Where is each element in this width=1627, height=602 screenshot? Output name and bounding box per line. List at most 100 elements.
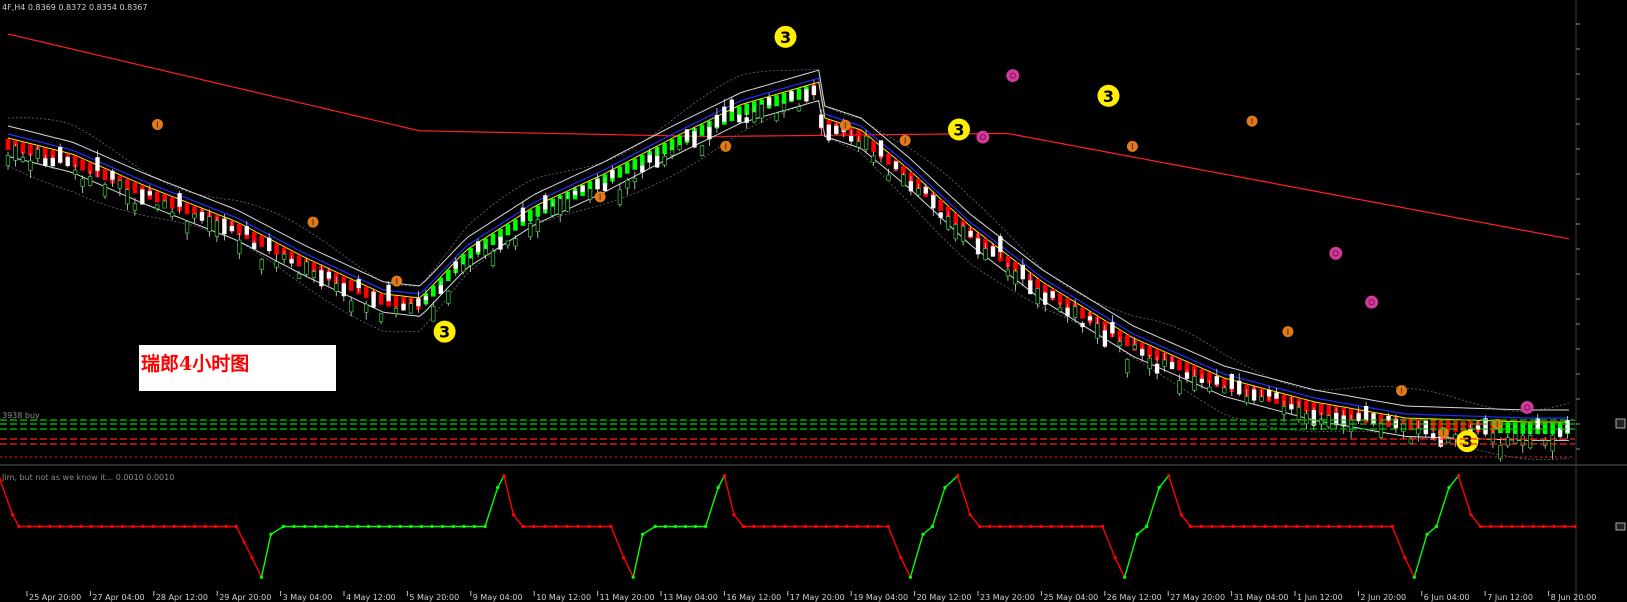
oscillator-point — [141, 524, 145, 529]
candle-body — [602, 183, 608, 191]
candle-body — [192, 213, 197, 219]
ribbon-block — [505, 224, 511, 236]
candle-body — [1528, 434, 1533, 449]
x-tick-label: 13 May 04:00 — [663, 593, 718, 602]
indicator-label: Jim, but not as we know it... 0.0010 0.0… — [1, 473, 174, 482]
candle-body — [520, 207, 526, 222]
ribbon-block — [699, 124, 705, 136]
oscillator-point — [1080, 524, 1084, 529]
ribbon-block — [184, 203, 190, 215]
candle-body — [446, 290, 451, 304]
candle-body — [878, 140, 884, 157]
oscillator-point — [388, 524, 392, 529]
candle-body — [1050, 291, 1055, 298]
candle-body — [610, 169, 615, 178]
candle-body — [505, 240, 511, 246]
ribbon-block — [535, 205, 541, 217]
oscillator-point — [58, 524, 62, 529]
chart-window: 3 3 3 3 3 25 Apr 20:00 27 Apr 04:00 28 Apr 12:… — [0, 0, 1627, 602]
candle-body — [1356, 413, 1361, 421]
oscillator-point — [1403, 556, 1407, 560]
x-tick-label: 8 Jun 20:00 — [1551, 593, 1597, 602]
oscillator-point — [1008, 524, 1013, 529]
oscillator-point — [203, 524, 207, 529]
candle-body — [856, 141, 861, 148]
ribbon-block — [617, 166, 623, 178]
candle-body — [132, 203, 138, 211]
ribbon-block — [378, 293, 384, 305]
x-tick-label: 10 May 12:00 — [536, 593, 591, 602]
candle-body — [916, 188, 921, 196]
candle-body — [1401, 423, 1406, 432]
x-tick-label: 5 May 20:00 — [409, 593, 459, 602]
oscillator-point — [1425, 532, 1429, 536]
candle-body — [1192, 376, 1197, 391]
oscillator-point — [803, 524, 808, 529]
candle-body — [826, 124, 831, 141]
oscillator-point — [1369, 524, 1373, 529]
x-tick-label: 23 May 20:00 — [980, 593, 1035, 602]
candle-body — [849, 135, 854, 142]
x-tick-label: 19 May 04:00 — [853, 593, 908, 602]
ribbon-block — [796, 88, 802, 100]
oscillator-point — [182, 524, 187, 529]
oscillator-point — [921, 532, 925, 536]
candle-body — [416, 298, 421, 307]
signal-ring-marker — [1520, 400, 1534, 414]
candle-body — [20, 157, 26, 162]
osc-tag — [1615, 522, 1626, 531]
ribbon-block — [125, 178, 130, 191]
oscillator-point — [292, 524, 296, 529]
oscillator-point — [732, 513, 736, 517]
candle-body — [834, 125, 839, 135]
x-tick-label: 17 May 20:00 — [790, 593, 845, 602]
oscillator-point — [69, 524, 73, 529]
candle-body — [319, 270, 324, 287]
oscillator-point — [1348, 524, 1352, 529]
candle-body — [946, 216, 951, 230]
candle-body — [1266, 389, 1272, 397]
candle-body — [1311, 410, 1316, 426]
oscillator-point — [554, 524, 558, 529]
oscillator-point — [772, 524, 777, 529]
oscillator-point — [1100, 524, 1105, 529]
candle-body — [1154, 363, 1160, 374]
oscillator-point — [1499, 524, 1504, 529]
candle-body — [550, 206, 555, 216]
candle-body — [170, 211, 175, 217]
ribbon-block — [513, 219, 518, 231]
ribbon-block — [1460, 420, 1466, 432]
oscillator-point — [472, 524, 477, 529]
candle-body — [1140, 349, 1145, 356]
candle-body — [901, 174, 906, 187]
candle-body — [662, 155, 667, 166]
ribbon-block — [169, 197, 175, 209]
candle-body — [998, 236, 1003, 252]
candle-body — [490, 251, 496, 267]
oscillator-point — [1135, 532, 1139, 536]
price-tag — [1615, 418, 1626, 429]
oscillator-point — [1263, 524, 1267, 529]
candle-body — [371, 291, 376, 308]
oscillator-point — [543, 524, 547, 529]
candle-body — [1229, 374, 1234, 389]
signal-ring-marker — [976, 130, 990, 144]
ribbon-block — [348, 279, 354, 291]
candle-body — [1020, 264, 1025, 280]
ribbon-block — [259, 235, 264, 247]
oscillator-point — [48, 524, 52, 529]
oscillator-point — [1447, 485, 1451, 490]
signal-ring-marker — [1365, 295, 1379, 309]
candle-body — [766, 97, 772, 106]
oscillator-point — [845, 524, 849, 529]
candle-body — [1214, 376, 1219, 385]
oscillator-point — [855, 524, 859, 529]
oscillator-point — [1456, 474, 1461, 478]
candle-body — [237, 239, 242, 254]
candle-body — [1251, 389, 1257, 401]
ribbon-block — [632, 158, 638, 170]
candle-body — [513, 238, 518, 247]
x-tick-label: 20 May 12:00 — [917, 593, 972, 602]
candle-body — [722, 106, 727, 122]
x-tick-label: 27 May 20:00 — [1170, 593, 1225, 602]
